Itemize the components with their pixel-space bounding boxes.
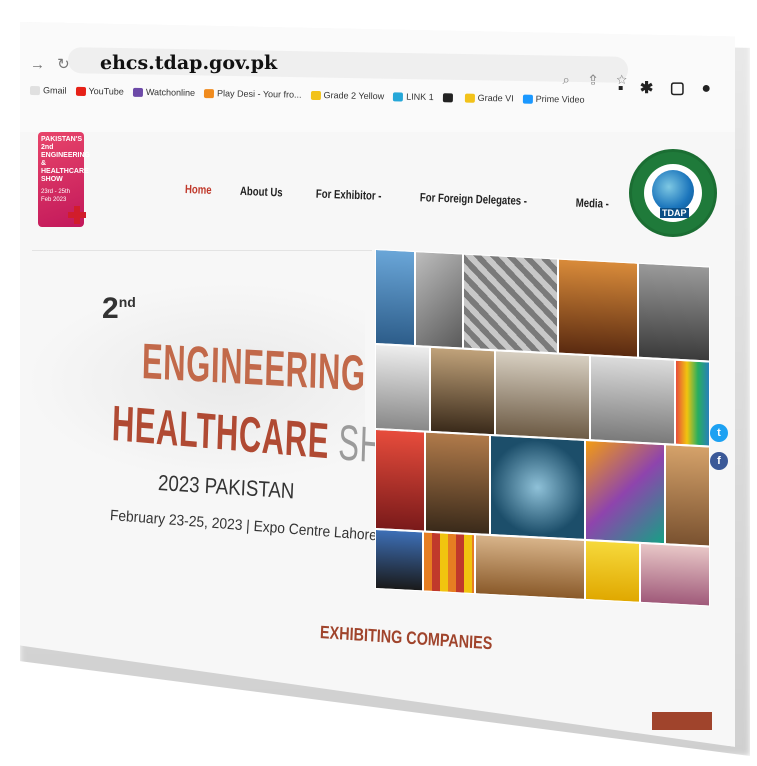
collage-tile-spools <box>423 531 475 595</box>
bookmark-favicon-icon <box>310 90 321 100</box>
menu-item[interactable]: For Exhibitor - <box>315 187 381 203</box>
edition-number: 2 <box>102 292 119 325</box>
bookmark-favicon-icon <box>442 92 453 102</box>
bookmark-favicon-icon <box>29 85 41 95</box>
menu-item[interactable]: About Us <box>240 184 283 199</box>
collage-tile-parts <box>638 262 710 362</box>
bookmarks-bar: Gmail YouTube Watchonline Play Desi - Your … <box>29 85 585 105</box>
bookmark-item[interactable]: Watchonline <box>132 87 196 98</box>
collage-tile-hazmat <box>585 539 640 603</box>
logo-text: PAKISTAN'S 2nd ENGINEERING & HEALTHCARE … <box>41 136 91 183</box>
collage-tile-construction <box>558 258 638 358</box>
twitter-icon[interactable]: t <box>710 424 728 442</box>
collage-tile-pens <box>585 439 665 545</box>
bookmark-favicon-icon <box>132 87 143 97</box>
bookmark-favicon-icon <box>75 86 86 96</box>
scroll-top-button[interactable] <box>652 712 712 730</box>
bookmark-label: Watchonline <box>145 87 196 98</box>
collage-tile-lab <box>375 248 415 347</box>
bookmark-item[interactable]: Grade VI <box>464 92 514 104</box>
tdap-seal-logo[interactable]: TDAP <box>629 149 717 237</box>
logo-dates: 23rd - 25th Feb 2023 <box>41 189 71 203</box>
collage-tile-fashion <box>640 542 710 607</box>
globe-icon <box>652 170 694 212</box>
bookmark-favicon-icon <box>393 91 404 102</box>
edition-label: 2nd <box>102 292 136 326</box>
bookmark-label: Play Desi - Your fro... <box>216 88 302 100</box>
menu-item[interactable]: Home <box>185 182 212 197</box>
collage-tile-boxes <box>665 444 710 547</box>
bookmark-label: Prime Video <box>535 93 585 105</box>
collage-tile-interior <box>430 346 495 436</box>
menu-item[interactable]: Media - <box>575 196 609 211</box>
main-menu: Home About Us For Exhibitor - For Foreign D… <box>185 182 684 213</box>
collage-tile-turbine <box>490 434 585 540</box>
extensions-icon[interactable]: ▪ ✱ ▢ ● <box>618 78 717 98</box>
collage-tile-jewelry <box>475 534 585 600</box>
collage-tile-sports <box>375 528 423 592</box>
bookmark-item[interactable] <box>442 92 456 102</box>
bookmark-label: Grade 2 Yellow <box>323 90 385 102</box>
exhibiting-companies-heading: EXHIBITING COMPANIES <box>319 622 493 654</box>
header-divider <box>32 250 372 251</box>
photo-stage: → ↻ ehcs.tdap.gov.pk ⌕ ⇪ ☆ ▪ ✱ ▢ ● Gmail… <box>0 0 757 766</box>
bookmark-label: Grade VI <box>477 92 514 104</box>
bookmark-item[interactable]: YouTube <box>75 86 124 97</box>
bookmark-label: LINK 1 <box>406 91 434 103</box>
bookmark-item[interactable]: Prime Video <box>522 93 585 105</box>
url-text: ehcs.tdap.gov.pk <box>100 52 278 74</box>
collage-tile-tools <box>590 355 675 445</box>
browser-screen: → ↻ ehcs.tdap.gov.pk ⌕ ⇪ ☆ ▪ ✱ ▢ ● Gmail… <box>20 22 735 747</box>
collage-tile-colors <box>675 359 710 447</box>
edition-suffix: nd <box>118 294 136 310</box>
seal-label: TDAP <box>660 208 689 218</box>
menu-item[interactable]: For Foreign Delegates - <box>419 190 527 208</box>
bookmark-favicon-icon <box>464 93 475 103</box>
collage-tile-metal <box>463 253 558 354</box>
bookmark-item[interactable]: Play Desi - Your fro... <box>203 88 302 100</box>
facebook-icon[interactable]: f <box>710 452 728 470</box>
collage-tile-wires <box>415 251 463 349</box>
collage-tile-engine <box>425 431 490 535</box>
collage-tile-machinery <box>375 428 425 532</box>
collage-tile-textiles <box>495 350 590 441</box>
bookmark-item[interactable]: Gmail <box>29 85 67 96</box>
medical-cross-icon <box>68 206 86 224</box>
bookmark-item[interactable]: Grade 2 Yellow <box>310 90 385 102</box>
bookmark-favicon-icon <box>522 94 533 104</box>
bookmark-label: YouTube <box>88 86 124 97</box>
collage-tile-desk <box>375 343 430 432</box>
bookmark-label: Gmail <box>42 85 67 96</box>
bookmark-favicon-icon <box>203 88 215 98</box>
bookmark-item[interactable]: LINK 1 <box>393 91 434 102</box>
browser-chrome: → ↻ ehcs.tdap.gov.pk ⌕ ⇪ ☆ ▪ ✱ ▢ ● Gmail… <box>20 22 735 132</box>
industry-photo-collage <box>375 248 720 627</box>
